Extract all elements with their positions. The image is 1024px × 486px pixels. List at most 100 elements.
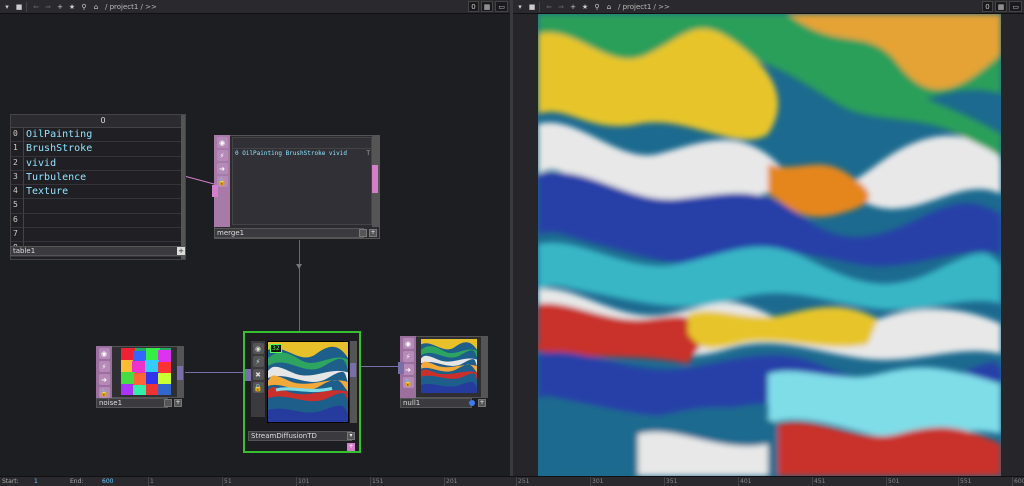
table-row[interactable]: 0 OilPainting: [11, 128, 185, 143]
pane-layout-icon[interactable]: ▭: [1009, 1, 1022, 12]
table-cell[interactable]: Texture: [23, 185, 68, 200]
lock-icon[interactable]: 🔒: [252, 382, 264, 393]
lock-icon[interactable]: 🔒: [402, 377, 414, 388]
noise-add-icon[interactable]: +: [174, 399, 182, 407]
row-index: 2: [13, 157, 18, 167]
start-label: Start:: [2, 478, 19, 485]
table-cell[interactable]: [23, 228, 26, 243]
end-label: End:: [70, 478, 84, 485]
noise-side-toolbar: ◉ ⚡ ➜ 🔒: [96, 346, 112, 398]
table-row[interactable]: 2 vivid: [11, 156, 185, 171]
table-cell[interactable]: [23, 213, 26, 228]
back-icon[interactable]: ⇐: [544, 2, 554, 12]
display-flag-icon[interactable]: ➜: [216, 163, 228, 174]
merge-add-icon[interactable]: +: [369, 229, 377, 237]
breadcrumb[interactable]: / project1 / >>: [105, 3, 157, 11]
op-count: 0: [982, 1, 993, 12]
null-name-label[interactable]: null1: [400, 398, 472, 408]
stream-name-label[interactable]: StreamDiffusionTD: [248, 431, 352, 441]
bypass-icon[interactable]: ⚡: [402, 351, 414, 362]
table-cell[interactable]: [23, 199, 26, 214]
timeline-tick-label: 351: [666, 478, 678, 485]
null-node[interactable]: ◉ ⚡ ➜ 🔒 null1 +: [398, 336, 488, 408]
viewer-toggle-icon[interactable]: ◉: [98, 348, 110, 359]
pane-grid-icon[interactable]: ▦: [480, 1, 494, 12]
stream-input-port[interactable]: [245, 369, 251, 381]
add-icon[interactable]: +: [568, 2, 578, 12]
pane-layout-icon[interactable]: ▭: [495, 1, 508, 12]
op-count: 0: [468, 1, 479, 12]
cook-off-icon[interactable]: ✖: [252, 369, 264, 380]
star-icon[interactable]: ★: [67, 2, 77, 12]
table-name-label[interactable]: table1: [10, 246, 186, 256]
network-editor[interactable]: 0 0 OilPainting 1 BrushStroke 2 vivid 3 Turbule…: [0, 14, 510, 476]
table-row[interactable]: 6: [11, 213, 185, 229]
menu-arrow-icon[interactable]: ▾: [2, 2, 12, 12]
table-row[interactable]: 7: [11, 228, 185, 243]
table-row[interactable]: 1 BrushStroke: [11, 142, 185, 157]
home-icon[interactable]: ⌂: [91, 2, 101, 12]
stop-icon[interactable]: ■: [527, 2, 537, 12]
merge-content: 0 OilPainting BrushStroke vivid: [235, 150, 347, 157]
forward-icon[interactable]: ⇒: [556, 2, 566, 12]
table-cell[interactable]: BrushStroke: [23, 142, 92, 157]
end-value[interactable]: 600: [102, 478, 113, 485]
null-viewer-flag-icon[interactable]: [469, 400, 475, 406]
merge-flag-icon[interactable]: [359, 229, 367, 237]
streamdiffusion-node[interactable]: ◉ ⚡ ✖ 🔒 32 StreamDiffusionTD ▾ +: [243, 331, 361, 453]
table-row[interactable]: 3 Turbulence: [11, 170, 185, 186]
timeline-tick: [516, 477, 517, 486]
add-icon[interactable]: +: [55, 2, 65, 12]
table-cell[interactable]: vivid: [23, 156, 56, 171]
display-flag-icon[interactable]: ➜: [98, 374, 110, 385]
menu-arrow-icon[interactable]: ▾: [515, 2, 525, 12]
viewer-toggle-icon[interactable]: ◉: [216, 137, 228, 148]
bypass-icon[interactable]: ⚡: [216, 150, 228, 161]
forward-icon[interactable]: ⇒: [43, 2, 53, 12]
timeline-tick-label: 151: [372, 478, 384, 485]
display-flag-icon[interactable]: ➜: [402, 364, 414, 375]
noise-node[interactable]: ◉ ⚡ ➜ 🔒 noise1 +: [96, 346, 184, 408]
row-index: 1: [13, 143, 18, 153]
noise-output-port[interactable]: [177, 366, 183, 380]
merge-input-port[interactable]: [212, 185, 218, 197]
table-dat[interactable]: 0 0 OilPainting 1 BrushStroke 2 vivid 3 Turbule…: [10, 114, 186, 260]
table-scrollbar[interactable]: [181, 115, 185, 259]
start-value[interactable]: 1: [34, 478, 38, 485]
bypass-icon[interactable]: ⚡: [252, 356, 264, 367]
table-cell[interactable]: Turbulence: [23, 170, 86, 185]
viewer-toggle-icon[interactable]: ◉: [402, 338, 414, 349]
null-input-port[interactable]: [398, 362, 404, 374]
viewer-pane[interactable]: [513, 14, 1024, 476]
row-index: 7: [13, 229, 18, 239]
lock-icon[interactable]: 🔒: [98, 387, 110, 398]
timeline-bar[interactable]: Start: 1 End: 600 1 51 101 151 201 251 301 351 4…: [0, 476, 1024, 486]
noise-flag-icon[interactable]: [164, 399, 172, 407]
link-icon[interactable]: ⚲: [592, 2, 602, 12]
table-add-icon[interactable]: +: [177, 247, 185, 255]
stream-output-port[interactable]: [350, 363, 356, 377]
merge-output-port[interactable]: [372, 165, 378, 193]
merge-name-label[interactable]: merge1: [214, 228, 364, 238]
pane-grid-icon[interactable]: ▦: [994, 1, 1008, 12]
stream-add-icon[interactable]: +: [347, 443, 355, 451]
table-row[interactable]: 5: [11, 199, 185, 214]
noise-name-label[interactable]: noise1: [96, 398, 168, 408]
link-icon[interactable]: ⚲: [79, 2, 89, 12]
star-icon[interactable]: ★: [580, 2, 590, 12]
timeline-tick: [444, 477, 445, 486]
row-index: 3: [13, 171, 18, 181]
home-icon[interactable]: ⌂: [604, 2, 614, 12]
null-add-icon[interactable]: +: [478, 399, 486, 407]
stream-menu-icon[interactable]: ▾: [347, 432, 355, 440]
merge-node[interactable]: ◉ ⚡ ➜ 🔒 0 OilPainting BrushStroke vivid …: [212, 135, 380, 239]
viewer-toggle-icon[interactable]: ◉: [252, 343, 264, 354]
breadcrumb[interactable]: / project1 / >>: [618, 3, 670, 11]
table-row[interactable]: 4 Texture: [11, 185, 185, 200]
lock-icon[interactable]: 🔒: [216, 176, 228, 187]
bypass-icon[interactable]: ⚡: [98, 361, 110, 372]
timeline-tick-label: 101: [298, 478, 310, 485]
table-cell[interactable]: OilPainting: [23, 128, 92, 142]
back-icon[interactable]: ⇐: [31, 2, 41, 12]
stop-icon[interactable]: ■: [14, 2, 24, 12]
